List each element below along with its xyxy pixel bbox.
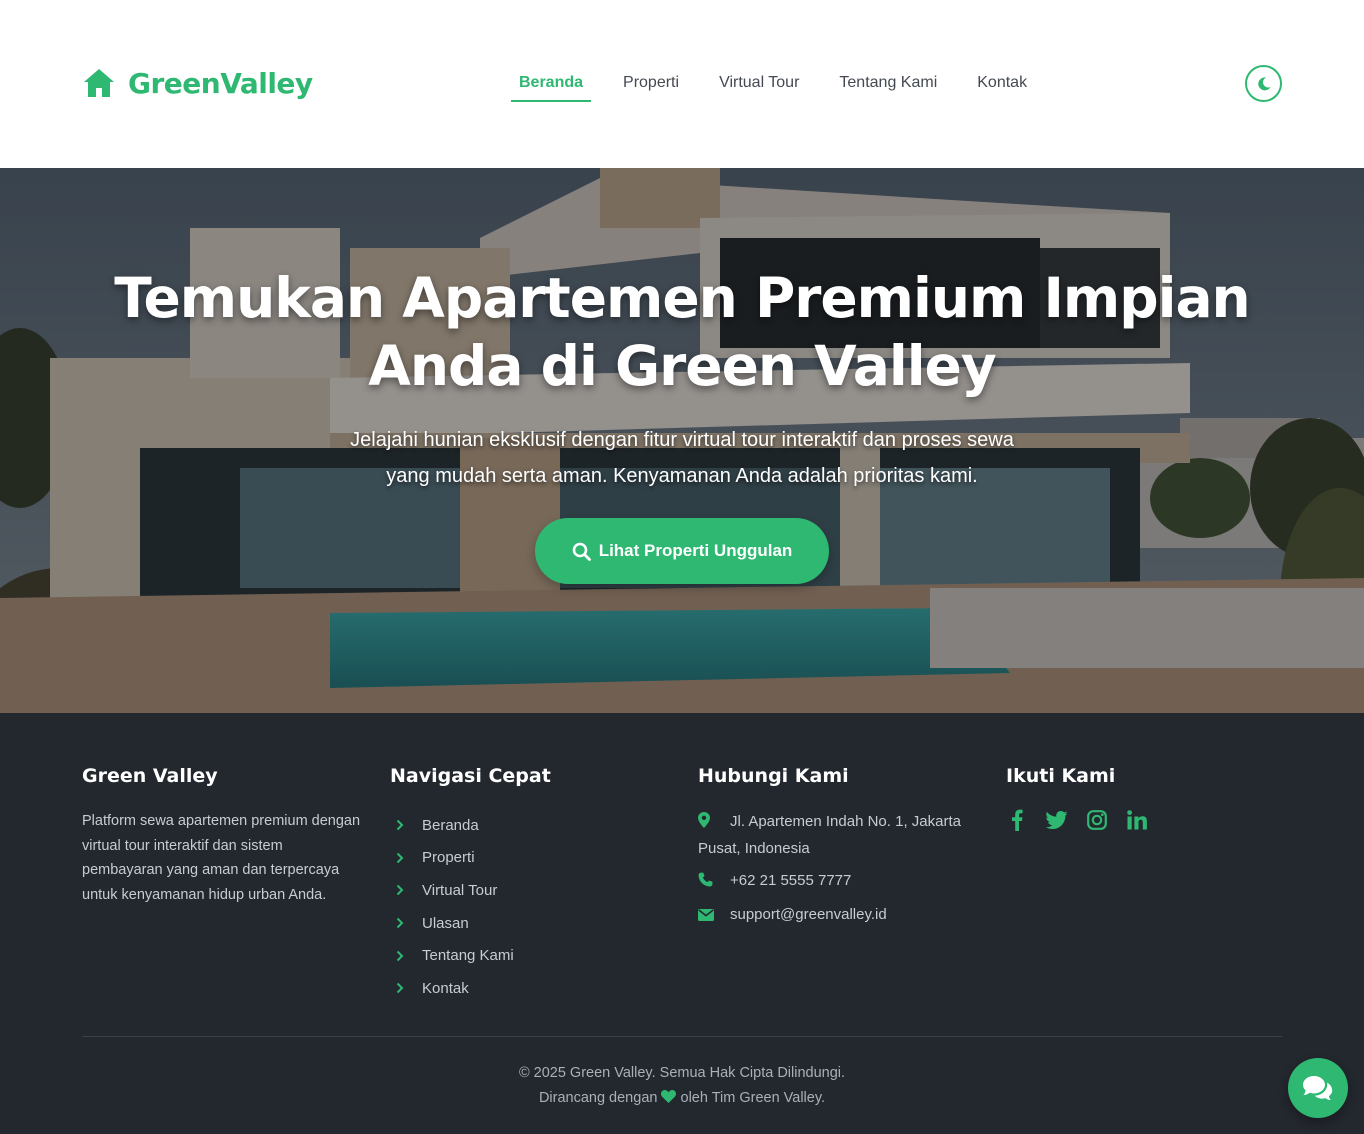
footer-link-label: Tentang Kami [422, 947, 514, 965]
cta-label: Lihat Properti Unggulan [598, 541, 793, 560]
credit-prefix: Dirancang dengan [538, 1090, 658, 1106]
footer-quick-nav: Navigasi Cepat Beranda Properti Virtual … [390, 765, 670, 1005]
comments-icon [1303, 1076, 1333, 1100]
nav-item-tentang-kami[interactable]: Tentang Kami [831, 70, 945, 102]
hero-content: Temukan Apartemen Premium Impian Anda di… [0, 264, 1364, 494]
chevron-right-icon [390, 884, 422, 896]
search-icon [572, 542, 591, 561]
chevron-right-icon [390, 819, 422, 831]
twitter-icon[interactable] [1046, 809, 1068, 831]
footer-social: Ikuti Kami [1006, 765, 1286, 831]
envelope-icon [698, 904, 730, 929]
footer-link-properti[interactable]: Properti [390, 842, 670, 875]
nav-item-properti[interactable]: Properti [615, 70, 687, 102]
footer-link-label: Ulasan [422, 914, 469, 932]
contact-phone[interactable]: +62 21 5555 7777 [698, 868, 988, 895]
contact-email[interactable]: support@greenvalley.id [698, 902, 988, 929]
copyright-text: © 2025 Green Valley. Semua Hak Cipta Dil… [518, 1065, 846, 1081]
home-icon [84, 69, 114, 97]
footer-quick-nav-heading: Navigasi Cepat [390, 765, 551, 787]
chevron-right-icon [390, 950, 422, 962]
contact-address: Jl. Apartemen Indah No. 1, Jakarta Pusat… [698, 809, 988, 861]
chevron-right-icon [390, 852, 422, 864]
hero-subtitle: Jelajahi hunian eksklusif dengan fitur v… [350, 429, 1014, 487]
instagram-icon[interactable] [1086, 809, 1108, 831]
footer-link-virtual-tour[interactable]: Virtual Tour [390, 874, 670, 907]
footer-about: Green Valley Platform sewa apartemen pre… [82, 765, 362, 907]
site-header: GreenValley Beranda Properti Virtual Tou… [0, 0, 1364, 168]
footer-link-kontak[interactable]: Kontak [390, 972, 670, 1005]
footer-link-label: Properti [422, 849, 475, 867]
nav-item-kontak[interactable]: Kontak [969, 70, 1035, 102]
logo[interactable]: GreenValley [82, 66, 313, 100]
footer-about-heading: Green Valley [82, 765, 218, 787]
hero-title: Temukan Apartemen Premium Impian Anda di… [0, 264, 1364, 400]
moon-icon [1257, 76, 1270, 90]
footer-link-label: Kontak [422, 979, 469, 997]
nav-item-virtual-tour[interactable]: Virtual Tour [711, 70, 807, 102]
heart-icon [661, 1089, 677, 1103]
footer-about-text: Platform sewa apartemen premium dengan v… [82, 813, 361, 903]
main-nav: Beranda Properti Virtual Tour Tentang Ka… [511, 70, 1059, 102]
hero-section: Temukan Apartemen Premium Impian Anda di… [0, 168, 1364, 713]
contact-email-text: support@greenvalley.id [730, 906, 887, 923]
site-footer: Green Valley Platform sewa apartemen pre… [0, 713, 1364, 1134]
footer-contact: Hubungi Kami Jl. Apartemen Indah No. 1, … [698, 765, 988, 936]
hero-title-line-1: Temukan Apartemen Premium Impian [114, 266, 1250, 330]
map-marker-icon [698, 811, 730, 836]
footer-divider [82, 1036, 1282, 1037]
footer-contact-heading: Hubungi Kami [698, 765, 849, 787]
nav-item-beranda[interactable]: Beranda [511, 70, 592, 102]
footer-link-label: Virtual Tour [422, 881, 498, 899]
footer-copyright: © 2025 Green Valley. Semua Hak Cipta Dil… [0, 1061, 1364, 1111]
footer-social-heading: Ikuti Kami [1006, 765, 1116, 787]
footer-link-beranda[interactable]: Beranda [390, 809, 670, 842]
contact-address-text: Jl. Apartemen Indah No. 1, Jakarta Pusat… [698, 813, 961, 857]
chat-button[interactable] [1288, 1058, 1348, 1118]
credit-line: Dirancang dengan oleh Tim Green Valley. [0, 1086, 1364, 1111]
footer-link-ulasan[interactable]: Ulasan [390, 907, 670, 940]
hero-title-line-2: Anda di Green Valley [368, 334, 996, 398]
social-links [1006, 809, 1286, 831]
theme-toggle-button[interactable] [1245, 65, 1282, 102]
footer-link-label: Beranda [422, 816, 479, 834]
contact-phone-text: +62 21 5555 7777 [730, 872, 852, 889]
phone-icon [698, 870, 730, 895]
credit-suffix: oleh Tim Green Valley. [680, 1090, 826, 1106]
view-featured-properties-button[interactable]: Lihat Properti Unggulan [535, 518, 829, 584]
linkedin-icon[interactable] [1126, 809, 1148, 831]
chevron-right-icon [390, 917, 422, 929]
chevron-right-icon [390, 982, 422, 994]
brand-name: GreenValley [128, 66, 313, 100]
footer-link-tentang-kami[interactable]: Tentang Kami [390, 939, 670, 972]
facebook-icon[interactable] [1006, 809, 1028, 831]
